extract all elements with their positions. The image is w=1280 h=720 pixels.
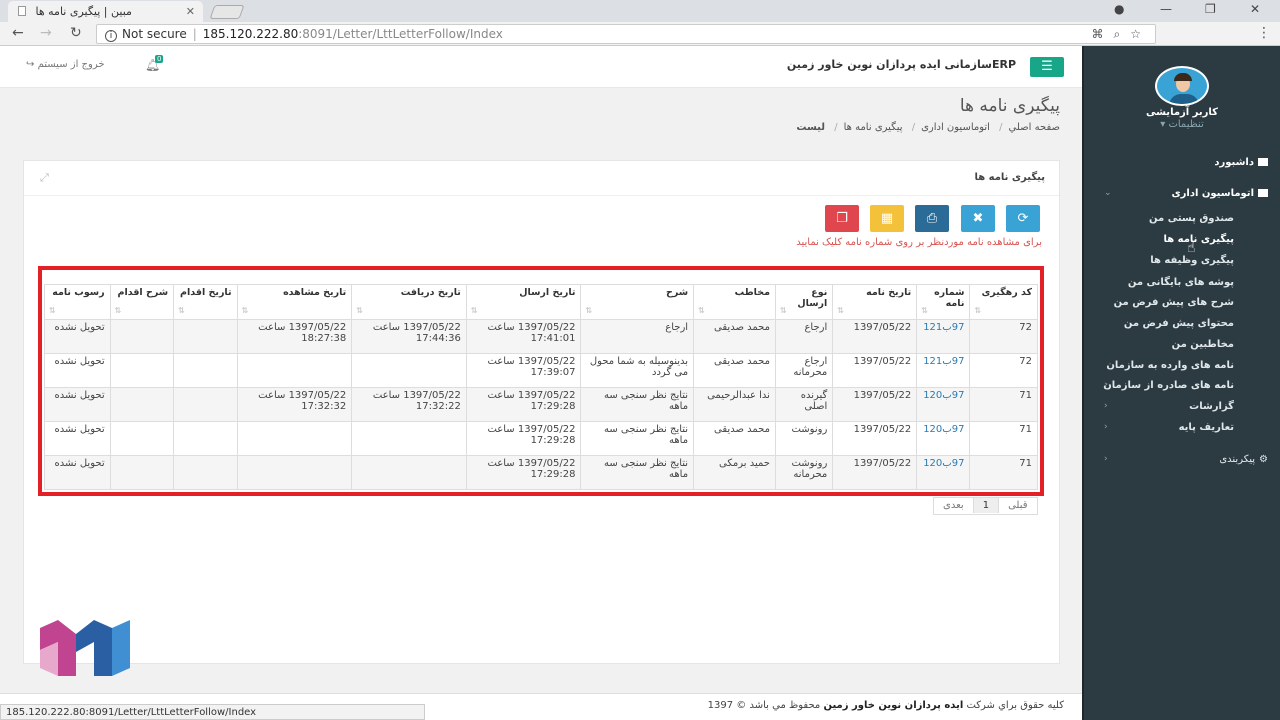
security-label: Not secure (122, 27, 187, 41)
excel-icon: ✖ (972, 211, 984, 226)
dashboard-icon (1258, 158, 1268, 166)
brand-logo (40, 620, 130, 676)
hand-cursor-icon: ☝ (1187, 240, 1196, 256)
sidebar-item-my-mailbox[interactable]: صندوق پستی من (1149, 213, 1234, 224)
user-name: کاربر آزمایشی (1146, 107, 1218, 118)
print-icon: ⎙ (926, 211, 938, 226)
chevron-left-icon: ‹ (1104, 422, 1108, 432)
zoom-icon[interactable]: ⌕ (1114, 27, 1131, 41)
browser-tab-bar: مبین | پیگیری نامه ها ✕ ● — ❐ ✕ (0, 0, 1280, 22)
sidebar-item-base-definitions[interactable]: تعاریف پایه (1179, 422, 1234, 433)
sidebar-item-office-automation[interactable]: اتوماسیون اداری (1171, 188, 1268, 199)
sidebar-item-letter-follow[interactable]: پیگیری نامه ها (1163, 234, 1234, 245)
table-icon: ▦ (880, 211, 894, 226)
cogs-icon: ⚙ (1259, 454, 1268, 465)
maximize-icon[interactable]: ❐ (1205, 2, 1216, 16)
sidebar-item-outgoing-letters[interactable]: نامه های صادره از سازمان (1103, 380, 1234, 391)
chevron-left-icon: ‹ (1104, 454, 1108, 464)
divider (24, 195, 1059, 196)
breadcrumb-letter-follow[interactable]: پیگیری نامه ها (844, 122, 903, 133)
logout-link[interactable]: خروج از سیستم ↪ (26, 59, 105, 70)
expand-icon[interactable]: ⤢ (40, 171, 49, 185)
sidebar-item-default-content[interactable]: محتوای پیش فرض من (1124, 318, 1234, 329)
url-field[interactable]: i Not secure | 185.120.222.80:8091/Letter/L… (96, 24, 1156, 44)
omnibox-icons: ⌘⌕☆ (1092, 27, 1152, 42)
address-bar: ← → ↻ i Not secure | 185.120.222.80:8091/Le… (0, 22, 1280, 46)
refresh-icon: ⟳ (1017, 211, 1029, 226)
browser-tab[interactable]: مبین | پیگیری نامه ها ✕ (8, 1, 203, 22)
sidebar-item-task-follow[interactable]: پیگیری وظیفه ها (1150, 255, 1234, 266)
hint-text: برای مشاهده نامه موردنظر بر روی شماره نا… (796, 237, 1042, 248)
minimize-icon[interactable]: — (1160, 2, 1172, 16)
panel-title: پیگیری نامه ها (974, 172, 1045, 183)
avatar (1155, 66, 1209, 106)
notification-badge: 0 (155, 55, 164, 63)
copyright-text: کلیه حقوق براي شرکت ایده پردازان نوین خا… (707, 700, 1064, 711)
print-button[interactable]: ⎙ (915, 205, 949, 232)
forward-icon[interactable]: → (40, 25, 52, 41)
export-excel-button[interactable]: ✖ (961, 205, 995, 232)
back-icon[interactable]: ← (12, 25, 24, 41)
sidebar-item-default-descriptions[interactable]: شرح های پیش فرض من (1114, 297, 1234, 308)
close-tab-icon[interactable]: ✕ (186, 5, 195, 18)
chevron-left-icon: ‹ (1104, 401, 1108, 411)
url-path: :8091/Letter/LttLetterFollow/Index (298, 27, 503, 41)
info-icon[interactable]: i (105, 30, 117, 42)
browser-menu-icon[interactable]: ⋮ (1257, 25, 1271, 41)
logout-icon: ↪ (26, 59, 35, 70)
columns-button[interactable]: ▦ (870, 205, 904, 232)
user-settings-link[interactable]: تنظیمات ▾ (1084, 119, 1280, 130)
new-tab-button[interactable] (209, 5, 245, 19)
menu-toggle-button[interactable]: ☰ (1030, 57, 1064, 77)
close-window-icon[interactable]: ✕ (1250, 2, 1260, 16)
sidebar-item-reports[interactable]: گزارشات (1189, 401, 1234, 412)
translate-icon[interactable]: ⌘ (1092, 27, 1114, 41)
sidebar-item-dashboard[interactable]: داشبورد (1214, 157, 1268, 168)
refresh-button[interactable]: ⟳ (1006, 205, 1040, 232)
next-page-button[interactable]: بعدی (934, 498, 973, 513)
reload-icon[interactable]: ↻ (70, 25, 82, 41)
top-header: ☰ ERPسازمانی ایده پردازان نوین خاور زمین… (0, 46, 1082, 88)
copy-button[interactable]: ❐ (825, 205, 859, 232)
sidebar-item-archive-folders[interactable]: پوشه های بایگانی من (1128, 277, 1234, 288)
star-icon[interactable]: ☆ (1130, 27, 1151, 41)
highlight-frame (38, 266, 1044, 496)
chevron-down-icon: ⌄ (1104, 188, 1112, 198)
url-host: 185.120.222.80 (202, 27, 299, 41)
tab-title: مبین | پیگیری نامه ها (35, 5, 132, 18)
sidebar-item-incoming-letters[interactable]: نامه های وارده به سازمان (1106, 360, 1234, 371)
chevron-left-icon: ‹ (1104, 380, 1108, 390)
breadcrumb: صفحه اصلي/ اتوماسیون اداری/ پیگیری نامه … (796, 122, 1060, 133)
sidebar: کاربر آزمایشی تنظیمات ▾ داشبورد اتوماسیو… (1082, 46, 1280, 720)
page-title: پیگیری نامه ها (959, 96, 1060, 116)
prev-page-button[interactable]: قبلی (998, 498, 1036, 513)
page-icon (18, 6, 26, 16)
profile-icon[interactable]: ● (1114, 2, 1124, 16)
page-1-button[interactable]: 1 (972, 498, 999, 513)
copy-icon: ❐ (836, 211, 848, 226)
envelope-icon (1258, 189, 1268, 197)
breadcrumb-current: لیست (796, 122, 826, 133)
sidebar-item-my-contacts[interactable]: مخاطبین من (1172, 339, 1234, 350)
status-url: 185.120.222.80:8091/Letter/LttLetterFoll… (0, 704, 425, 720)
breadcrumb-home[interactable]: صفحه اصلي (1009, 122, 1060, 133)
pagination: قبلی1بعدی (933, 497, 1038, 515)
app-title: ERPسازمانی ایده پردازان نوین خاور زمین (786, 58, 1016, 71)
sidebar-item-configuration[interactable]: ⚙پیکربندی (1219, 454, 1268, 465)
breadcrumb-office-automation[interactable]: اتوماسیون اداری (921, 122, 990, 133)
